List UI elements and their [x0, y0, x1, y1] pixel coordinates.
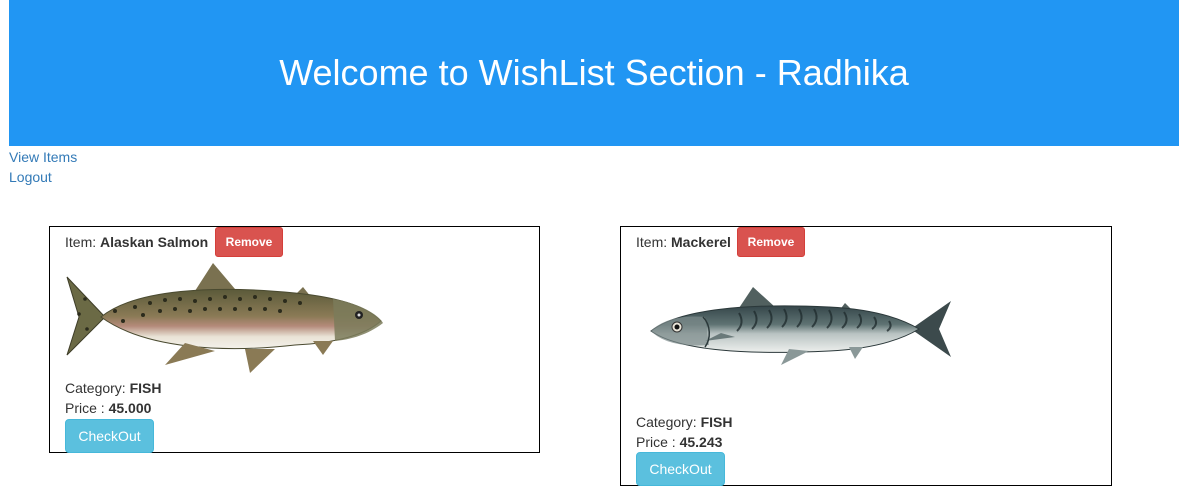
- wishlist-card: Item: Mackerel Remove Category: FISH Pri…: [620, 226, 1112, 486]
- category-line: Category: FISH: [65, 378, 161, 398]
- price-line: Price : 45.000: [65, 398, 151, 418]
- category-label: Category:: [65, 380, 130, 396]
- category-value: FISH: [129, 380, 162, 396]
- item-name-line: Item: Alaskan Salmon: [65, 232, 208, 252]
- logout-link[interactable]: Logout: [9, 167, 77, 187]
- wishlist-card: Item: Alaskan Salmon Remove Category: FI…: [49, 226, 540, 453]
- price-label: Price :: [636, 434, 680, 450]
- remove-button[interactable]: Remove: [215, 227, 283, 257]
- mackerel-fish-image: [650, 287, 951, 365]
- category-value: FISH: [700, 414, 733, 430]
- category-label: Category:: [636, 414, 701, 430]
- price-value: 45.000: [108, 400, 152, 416]
- item-name-line: Item: Mackerel: [636, 232, 731, 252]
- checkout-button[interactable]: CheckOut: [65, 419, 154, 453]
- remove-button[interactable]: Remove: [737, 227, 805, 257]
- item-name: Alaskan Salmon: [100, 234, 209, 250]
- checkout-button[interactable]: CheckOut: [636, 452, 725, 486]
- nav-links: View Items Logout: [9, 147, 77, 187]
- view-items-link[interactable]: View Items: [9, 147, 77, 167]
- item-label: Item:: [65, 234, 101, 250]
- category-line: Category: FISH: [636, 412, 732, 432]
- page-banner: Welcome to WishList Section - Radhika: [9, 0, 1179, 146]
- price-line: Price : 45.243: [636, 432, 722, 452]
- price-value: 45.243: [679, 434, 723, 450]
- item-label: Item:: [636, 234, 672, 250]
- item-name: Mackerel: [671, 234, 731, 250]
- page-title: Welcome to WishList Section - Radhika: [279, 52, 909, 93]
- price-label: Price :: [65, 400, 109, 416]
- salmon-fish-image: [66, 263, 383, 373]
